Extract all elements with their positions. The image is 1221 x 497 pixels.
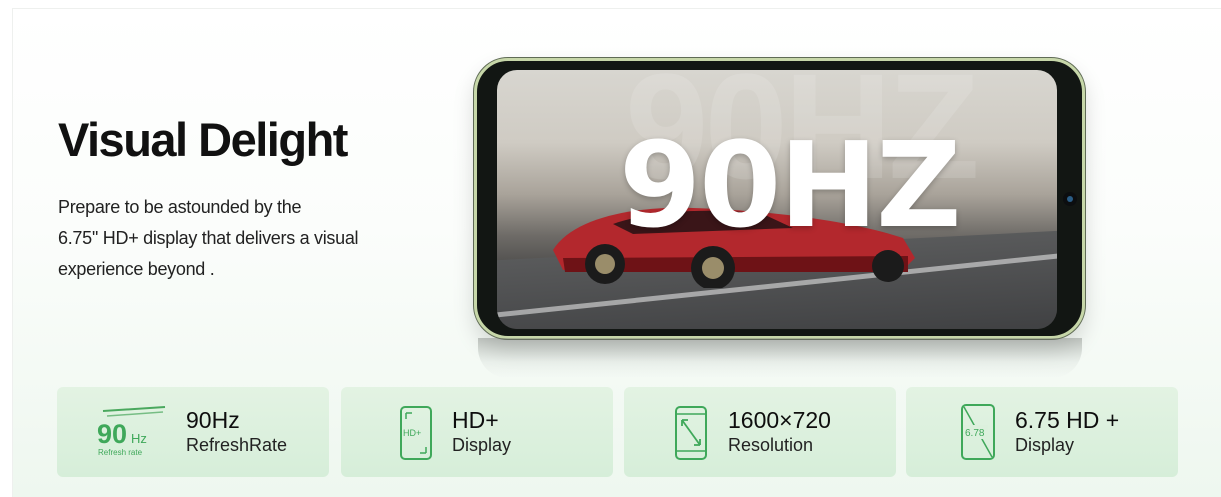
feature-label: Resolution — [728, 435, 814, 455]
feature-value: 6.75 HD + — [1015, 407, 1120, 433]
feature-card-screen-size: 6.78 6.75 HD + Display — [906, 387, 1178, 477]
feature-label: RefreshRate — [186, 435, 288, 455]
refresh-rate-icon-unit: Hz — [131, 431, 147, 446]
screen-size-icon-text: 6.78 — [965, 428, 985, 439]
hd-plus-icon-text: HD+ — [403, 428, 421, 438]
feature-value: HD+ — [452, 407, 499, 433]
feature-value: 1600×720 — [728, 407, 831, 433]
hd-plus-phone-icon: HD+ — [400, 406, 432, 460]
resolution-phone-icon — [675, 406, 707, 460]
front-camera-icon — [1063, 192, 1077, 206]
phone-screen: 90HZ 90HZ — [497, 70, 1057, 329]
refresh-rate-icon-caption: Refresh rate — [98, 448, 143, 457]
page-title: Visual Delight — [58, 113, 348, 166]
refresh-rate-overlay: 90HZ — [619, 116, 962, 254]
feature-card-refresh-rate: 90 Hz Refresh rate 90Hz RefreshRate — [57, 387, 329, 477]
hero-description-line: experience beyond . — [58, 259, 215, 279]
refresh-rate-icon-number: 90 — [97, 419, 127, 449]
phone-image: 90HZ 90HZ — [474, 58, 1085, 339]
hero-description-line: 6.75'' HD+ display that delivers a visua… — [58, 228, 359, 248]
hero-description-line: Prepare to be astounded by the — [58, 197, 302, 217]
refresh-rate-icon: 90 Hz Refresh rate — [97, 406, 166, 457]
phone-reflection — [478, 338, 1082, 378]
feature-card-hd-display: HD+ HD+ Display — [341, 387, 613, 477]
hero-description: Prepare to be astounded by the 6.75'' HD… — [58, 192, 418, 285]
feature-label: Display — [452, 435, 512, 455]
feature-label: Display — [1015, 435, 1075, 455]
feature-value: 90Hz — [186, 407, 240, 433]
screen-size-phone-icon: 6.78 — [961, 404, 995, 460]
feature-card-resolution: 1600×720 Resolution — [624, 387, 896, 477]
